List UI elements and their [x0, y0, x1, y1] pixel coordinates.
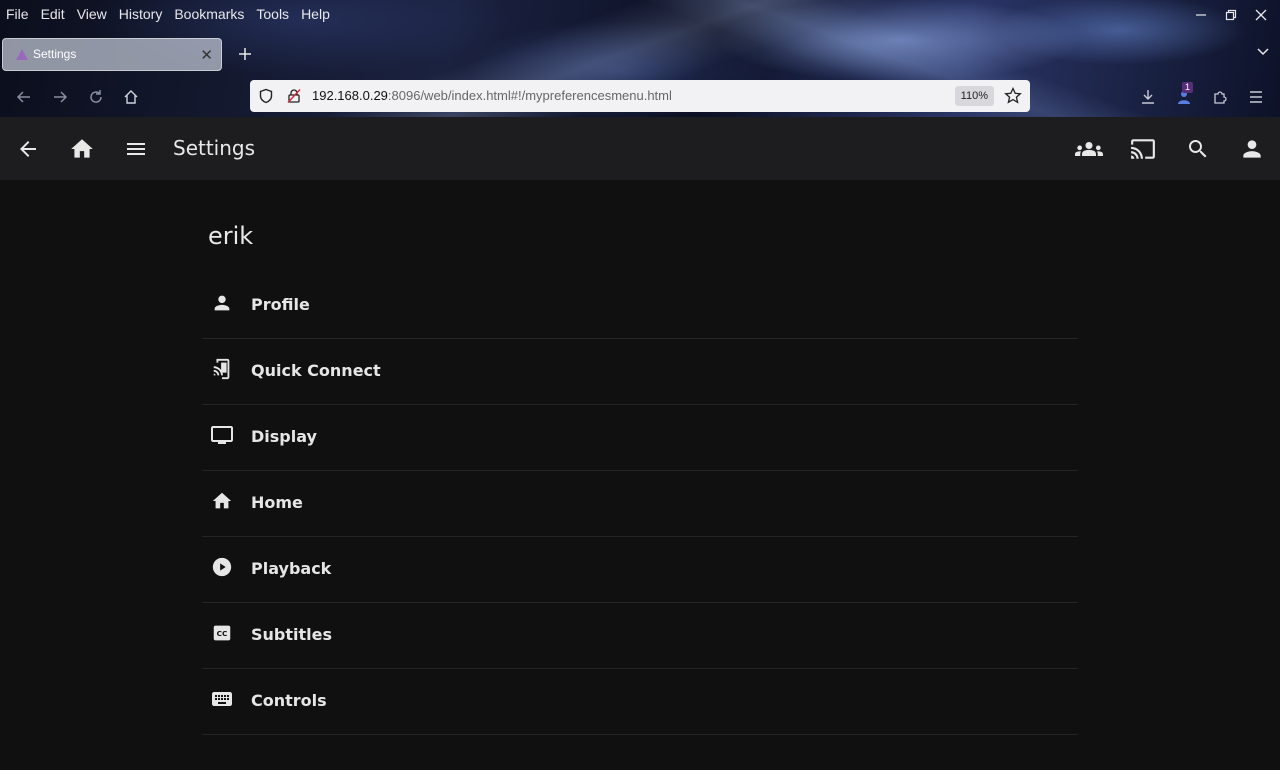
- menu-item-label: Quick Connect: [251, 361, 381, 380]
- home-icon: [210, 489, 234, 513]
- browser-chrome: File Edit View History Bookmarks Tools H…: [0, 0, 1280, 117]
- close-icon: [1255, 9, 1267, 21]
- svg-text:CC: CC: [217, 629, 228, 638]
- plus-icon: [239, 48, 251, 60]
- menu-item-home[interactable]: Home: [202, 471, 1078, 537]
- browser-menubar: File Edit View History Bookmarks Tools H…: [0, 0, 336, 28]
- search-icon: [1189, 140, 1207, 158]
- url-bar[interactable]: 192.168.0.29:8096/web/index.html#!/mypre…: [250, 80, 1030, 112]
- minimize-icon: [1196, 14, 1206, 16]
- page-title: Settings: [173, 136, 256, 160]
- menu-bookmarks[interactable]: Bookmarks: [168, 0, 250, 28]
- keyboard-icon: [210, 687, 234, 711]
- extension-badge: 1: [1182, 82, 1194, 93]
- users-group-icon: [1075, 142, 1103, 156]
- jellyfin-favicon-icon: [16, 49, 28, 60]
- zoom-level-badge[interactable]: 110%: [954, 86, 994, 106]
- menu-item-profile[interactable]: Profile: [202, 273, 1078, 339]
- user-name-heading: erik: [208, 222, 254, 250]
- extension-button[interactable]: 1: [1173, 82, 1195, 108]
- search-button[interactable]: [1184, 135, 1212, 163]
- menu-edit[interactable]: Edit: [35, 0, 71, 28]
- tab-close-icon[interactable]: ✕: [200, 46, 213, 64]
- menu-item-label: Controls: [251, 691, 327, 710]
- menu-item-playback[interactable]: Playback: [202, 537, 1078, 603]
- syncplay-button[interactable]: [1075, 135, 1103, 163]
- settings-content: erik Profile Quick Connect Display Home: [0, 180, 1280, 770]
- user-icon: [1243, 140, 1261, 158]
- menu-help[interactable]: Help: [295, 0, 336, 28]
- restore-button[interactable]: [1216, 4, 1246, 26]
- header-home-button[interactable]: [68, 135, 96, 163]
- header-back-button[interactable]: [14, 135, 42, 163]
- tab-title: Settings: [33, 47, 77, 61]
- tracking-shield-icon[interactable]: [258, 88, 274, 104]
- puzzle-piece-icon: [1214, 91, 1227, 104]
- monitor-icon: [210, 423, 234, 447]
- settings-menu-list: Profile Quick Connect Display Home Playb: [202, 273, 1078, 735]
- menu-item-label: Playback: [251, 559, 332, 578]
- url-path: :8096/web/index.html#!/mypreferencesmenu…: [387, 88, 672, 103]
- header-menu-button[interactable]: [122, 135, 150, 163]
- menu-item-label: Subtitles: [251, 625, 333, 644]
- menu-item-display[interactable]: Display: [202, 405, 1078, 471]
- phonelink-icon: [210, 357, 234, 381]
- person-icon: [210, 291, 234, 315]
- hamburger-menu-icon: [127, 143, 145, 155]
- minimize-button[interactable]: [1186, 4, 1216, 26]
- back-arrow-icon: [20, 141, 36, 157]
- back-arrow-icon: [16, 91, 30, 103]
- cast-icon: [1131, 139, 1155, 159]
- restore-icon: [1225, 9, 1237, 21]
- download-icon: [1142, 90, 1154, 104]
- closed-caption-icon: CC: [210, 621, 234, 645]
- close-window-button[interactable]: [1246, 4, 1276, 26]
- browser-back-button[interactable]: [13, 86, 35, 108]
- cast-button[interactable]: [1129, 135, 1157, 163]
- menu-file[interactable]: File: [0, 0, 35, 28]
- reload-icon: [90, 90, 102, 103]
- menu-item-quick-connect[interactable]: Quick Connect: [202, 339, 1078, 405]
- menu-history[interactable]: History: [113, 0, 169, 28]
- menu-item-label: Profile: [251, 295, 310, 314]
- bookmark-star-icon[interactable]: [1004, 87, 1022, 105]
- downloads-button[interactable]: [1137, 86, 1159, 108]
- browser-tab-active[interactable]: Settings ✕: [2, 38, 222, 71]
- browser-forward-button[interactable]: [49, 86, 71, 108]
- home-icon: [124, 90, 138, 104]
- menu-item-label: Home: [251, 493, 303, 512]
- menu-view[interactable]: View: [71, 0, 113, 28]
- menu-item-controls[interactable]: Controls: [202, 669, 1078, 735]
- insecure-lock-icon[interactable]: [286, 88, 302, 104]
- chevron-down-icon: [1257, 48, 1269, 56]
- url-host: 192.168.0.29: [312, 88, 388, 103]
- play-circle-icon: [210, 555, 234, 579]
- app-menu-button[interactable]: [1245, 86, 1267, 108]
- browser-home-button[interactable]: [120, 86, 142, 108]
- home-icon: [71, 139, 93, 158]
- hamburger-menu-icon: [1250, 91, 1262, 103]
- url-text[interactable]: 192.168.0.29:8096/web/index.html#!/mypre…: [312, 88, 672, 103]
- menu-item-subtitles[interactable]: CC Subtitles: [202, 603, 1078, 669]
- app-header: Settings: [0, 117, 1280, 180]
- forward-arrow-icon: [54, 91, 68, 103]
- menu-item-label: Display: [251, 427, 317, 446]
- tab-list-button[interactable]: [1256, 44, 1270, 63]
- reload-button[interactable]: [85, 86, 107, 108]
- extensions-button[interactable]: [1209, 86, 1231, 108]
- menu-tools[interactable]: Tools: [250, 0, 295, 28]
- new-tab-button[interactable]: [234, 43, 256, 65]
- user-menu-button[interactable]: [1238, 135, 1266, 163]
